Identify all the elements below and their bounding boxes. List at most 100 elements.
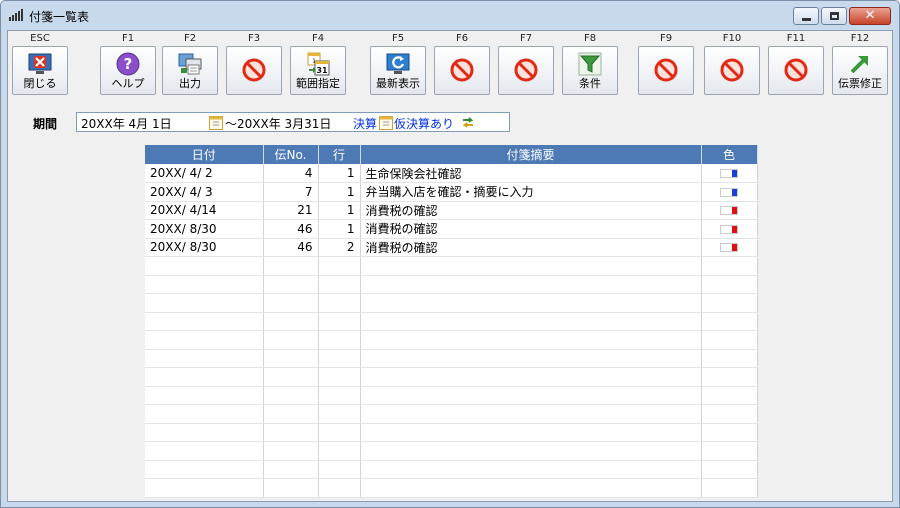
table-row[interactable]	[145, 441, 758, 461]
button-label: 最新表示	[376, 77, 420, 90]
table-row[interactable]	[145, 312, 758, 331]
f10-button[interactable]	[704, 46, 760, 95]
toolbar-slot-f2: F2 出力	[160, 31, 220, 97]
window-title: 付箋一覧表	[29, 10, 90, 24]
refresh-button[interactable]: 最新表示	[370, 46, 426, 95]
condition-button[interactable]: 条件	[562, 46, 618, 95]
cell-color	[701, 182, 758, 202]
table-row[interactable]	[145, 256, 758, 276]
button-label: 範囲指定	[296, 77, 340, 90]
maximize-icon	[830, 12, 839, 20]
print-output-icon	[178, 53, 202, 75]
cell-line	[318, 330, 361, 350]
table-row[interactable]	[145, 293, 758, 313]
fkey-label: F10	[722, 33, 742, 44]
toolbar-slot-f3: F3	[224, 31, 284, 97]
cell-voucher-no	[263, 423, 319, 442]
cell-date: 20XX/ 4/14	[145, 201, 264, 220]
calendar-icon[interactable]	[209, 115, 223, 130]
calendar-range-icon: 1 31	[307, 52, 330, 76]
cell-date: 20XX/ 8/30	[145, 219, 264, 239]
button-label: 出力	[179, 77, 201, 90]
cell-memo	[360, 312, 702, 331]
table-header-row: 日付 伝No. 行 付箋摘要 色	[145, 145, 758, 164]
toolbar-slot-f10: F10	[702, 31, 762, 97]
period-label: 期間	[33, 117, 58, 131]
maximize-button[interactable]	[821, 7, 847, 25]
table-row[interactable]	[145, 404, 758, 424]
cell-memo	[360, 441, 702, 461]
range-button[interactable]: 1 31 範囲指定	[290, 46, 346, 95]
fkey-label: F7	[519, 33, 533, 44]
output-button[interactable]: 出力	[162, 46, 218, 95]
cell-date: 20XX/ 4/ 3	[145, 182, 264, 202]
toolbar-slot-esc: ESC 閉じる	[10, 31, 70, 97]
minimize-button[interactable]	[793, 7, 819, 25]
toolbar-slot-f7: F7	[496, 31, 556, 97]
cell-memo	[360, 275, 702, 294]
table-row[interactable]	[145, 386, 758, 405]
table-row[interactable]: 20XX/ 4/14 21 1 消費税の確認	[145, 201, 758, 220]
cell-line: 1	[318, 182, 361, 202]
f11-button[interactable]	[768, 46, 824, 95]
cell-line	[318, 256, 361, 276]
cell-memo: 消費税の確認	[360, 238, 702, 257]
table-row[interactable]: 20XX/ 4/ 2 4 1 生命保険会社確認	[145, 164, 758, 183]
period-field[interactable]: 20XX年 4月 1日 ～20XX年 3月31日 決算 仮決算あり	[76, 112, 510, 132]
cell-date	[145, 312, 264, 331]
cell-voucher-no	[263, 293, 319, 313]
cell-color	[701, 256, 758, 276]
cell-color	[701, 293, 758, 313]
f9-button[interactable]	[638, 46, 694, 95]
f7-button[interactable]	[498, 46, 554, 95]
close-window-button[interactable]: ✕	[849, 7, 891, 25]
disabled-icon	[720, 58, 744, 82]
swap-arrows-icon[interactable]	[461, 115, 475, 130]
header-memo[interactable]: 付箋摘要	[360, 145, 702, 164]
cell-color	[701, 404, 758, 424]
table-row[interactable]	[145, 330, 758, 350]
table-row[interactable]	[145, 460, 758, 479]
table-row[interactable]	[145, 478, 758, 498]
header-date[interactable]: 日付	[145, 145, 264, 164]
f3-button[interactable]	[226, 46, 282, 95]
refresh-icon	[386, 53, 410, 74]
help-button[interactable]: ? ヘルプ	[100, 46, 156, 95]
cell-memo	[360, 293, 702, 313]
calendar-icon[interactable]	[379, 115, 393, 130]
cell-date	[145, 367, 264, 387]
table-row[interactable]: 20XX/ 8/30 46 1 消費税の確認	[145, 219, 758, 239]
svg-text:?: ?	[124, 55, 133, 73]
cell-color	[701, 312, 758, 331]
cell-line	[318, 404, 361, 424]
table-row[interactable]	[145, 423, 758, 442]
cell-line	[318, 441, 361, 461]
toolbar-slot-f11: F11	[766, 31, 826, 97]
header-line[interactable]: 行	[318, 145, 361, 164]
table-row[interactable]: 20XX/ 4/ 3 7 1 弁当購入店を確認・摘要に入力	[145, 182, 758, 202]
table-row[interactable]	[145, 349, 758, 368]
cell-voucher-no	[263, 404, 319, 424]
cell-date	[145, 349, 264, 368]
close-screen-button[interactable]: 閉じる	[12, 46, 68, 95]
cell-color	[701, 219, 758, 239]
header-color[interactable]: 色	[701, 145, 758, 164]
edit-voucher-button[interactable]: 伝票修正	[832, 46, 888, 95]
cell-memo	[360, 460, 702, 479]
cell-date	[145, 330, 264, 350]
disabled-icon	[242, 58, 266, 82]
cell-memo: 弁当購入店を確認・摘要に入力	[360, 182, 702, 202]
button-label: ヘルプ	[111, 77, 145, 90]
f6-button[interactable]	[434, 46, 490, 95]
table-row[interactable]: 20XX/ 8/30 46 2 消費税の確認	[145, 238, 758, 257]
cell-line	[318, 478, 361, 498]
cell-voucher-no	[263, 256, 319, 276]
table-row[interactable]	[145, 275, 758, 294]
cell-memo	[360, 349, 702, 368]
table-row[interactable]	[145, 367, 758, 387]
cell-date	[145, 386, 264, 405]
cell-date	[145, 423, 264, 442]
cell-color	[701, 478, 758, 498]
color-swatch	[720, 206, 738, 216]
header-voucher-no[interactable]: 伝No.	[263, 145, 319, 164]
